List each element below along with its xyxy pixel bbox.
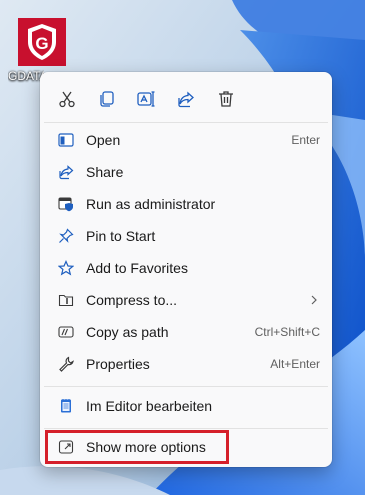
delete-button[interactable] (211, 84, 241, 114)
menu-item-properties[interactable]: Properties Alt+Enter (46, 349, 326, 379)
zip-folder-icon (58, 292, 74, 308)
highlight-annotation (45, 430, 229, 464)
delete-icon (219, 91, 233, 107)
cut-button[interactable] (52, 84, 82, 114)
copy-button[interactable] (92, 84, 122, 114)
menu-item-label: Run as administrator (86, 196, 216, 212)
shield-window-icon (58, 196, 74, 212)
pin-icon (58, 228, 74, 244)
menu-item-edit-in-notepad[interactable]: Im Editor bearbeiten (46, 391, 326, 421)
context-menu: Open Enter Share Run as administrator Pi… (40, 72, 332, 467)
menu-item-pin-to-start[interactable]: Pin to Start (46, 221, 326, 251)
menu-item-label: Im Editor bearbeiten (86, 398, 213, 414)
menu-item-label: Open (86, 132, 121, 148)
menu-item-label: Compress to... (86, 292, 178, 308)
menu-item-copy-as-path[interactable]: Copy as path Ctrl+Shift+C (46, 317, 326, 347)
menu-item-label: Pin to Start (86, 228, 156, 244)
menu-item-label: Add to Favorites (86, 260, 188, 276)
open-icon (58, 132, 74, 148)
share-toolbar-button[interactable] (171, 84, 201, 114)
menu-separator (44, 428, 328, 429)
menu-item-share[interactable]: Share (46, 157, 326, 187)
path-icon (58, 324, 74, 340)
notepad-icon (58, 398, 74, 414)
menu-item-compress-to[interactable]: Compress to... (46, 285, 326, 315)
menu-item-shortcut: Ctrl+Shift+C (254, 325, 320, 339)
context-menu-toolbar (40, 82, 332, 114)
rename-icon (137, 91, 155, 107)
rename-button[interactable] (131, 84, 161, 114)
gdata-shield-icon: G (18, 18, 66, 66)
menu-item-open[interactable]: Open Enter (46, 125, 326, 155)
share-icon (178, 91, 194, 108)
copy-icon (100, 91, 114, 107)
menu-item-add-to-favorites[interactable]: Add to Favorites (46, 253, 326, 283)
menu-item-shortcut: Enter (291, 133, 320, 147)
menu-separator (44, 386, 328, 387)
menu-item-label: Properties (86, 356, 150, 372)
menu-item-label: Copy as path (86, 324, 169, 340)
cut-icon (59, 91, 75, 108)
share-icon (58, 164, 74, 180)
menu-item-label: Share (86, 164, 124, 180)
star-icon (58, 260, 74, 276)
desktop-icon-label: GDATA (8, 69, 44, 83)
menu-item-run-as-admin[interactable]: Run as administrator (46, 189, 326, 219)
menu-separator (44, 122, 328, 123)
chevron-right-icon (311, 295, 317, 305)
wrench-icon (58, 356, 74, 372)
svg-text:G: G (35, 34, 48, 53)
menu-item-shortcut: Alt+Enter (270, 357, 320, 371)
